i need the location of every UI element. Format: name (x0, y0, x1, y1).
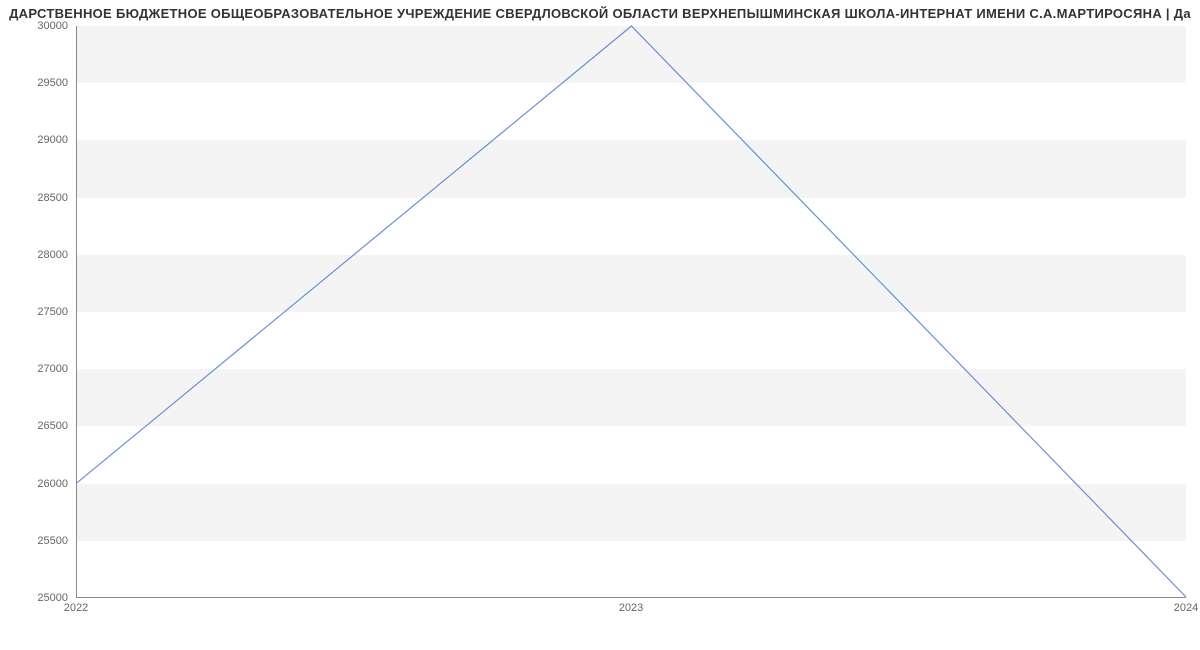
x-tick-label: 2023 (619, 602, 643, 614)
chart-area: 2500025500260002650027000275002800028500… (76, 26, 1186, 598)
y-tick-label: 28500 (18, 192, 68, 204)
chart-title: ДАРСТВЕННОЕ БЮДЖЕТНОЕ ОБЩЕОБРАЗОВАТЕЛЬНО… (0, 0, 1200, 23)
line-series (77, 26, 1186, 597)
y-tick-label: 25000 (18, 592, 68, 604)
x-tick-label: 2022 (64, 602, 88, 614)
y-tick-label: 28000 (18, 249, 68, 261)
y-tick-label: 26500 (18, 420, 68, 432)
y-tick-label: 27000 (18, 363, 68, 375)
plot-area (76, 26, 1186, 598)
y-tick-label: 30000 (18, 20, 68, 32)
x-tick-label: 2024 (1174, 602, 1198, 614)
y-tick-label: 25500 (18, 535, 68, 547)
y-tick-label: 29500 (18, 77, 68, 89)
y-tick-label: 26000 (18, 478, 68, 490)
line-svg (77, 26, 1186, 597)
y-tick-label: 29000 (18, 134, 68, 146)
y-tick-label: 27500 (18, 306, 68, 318)
